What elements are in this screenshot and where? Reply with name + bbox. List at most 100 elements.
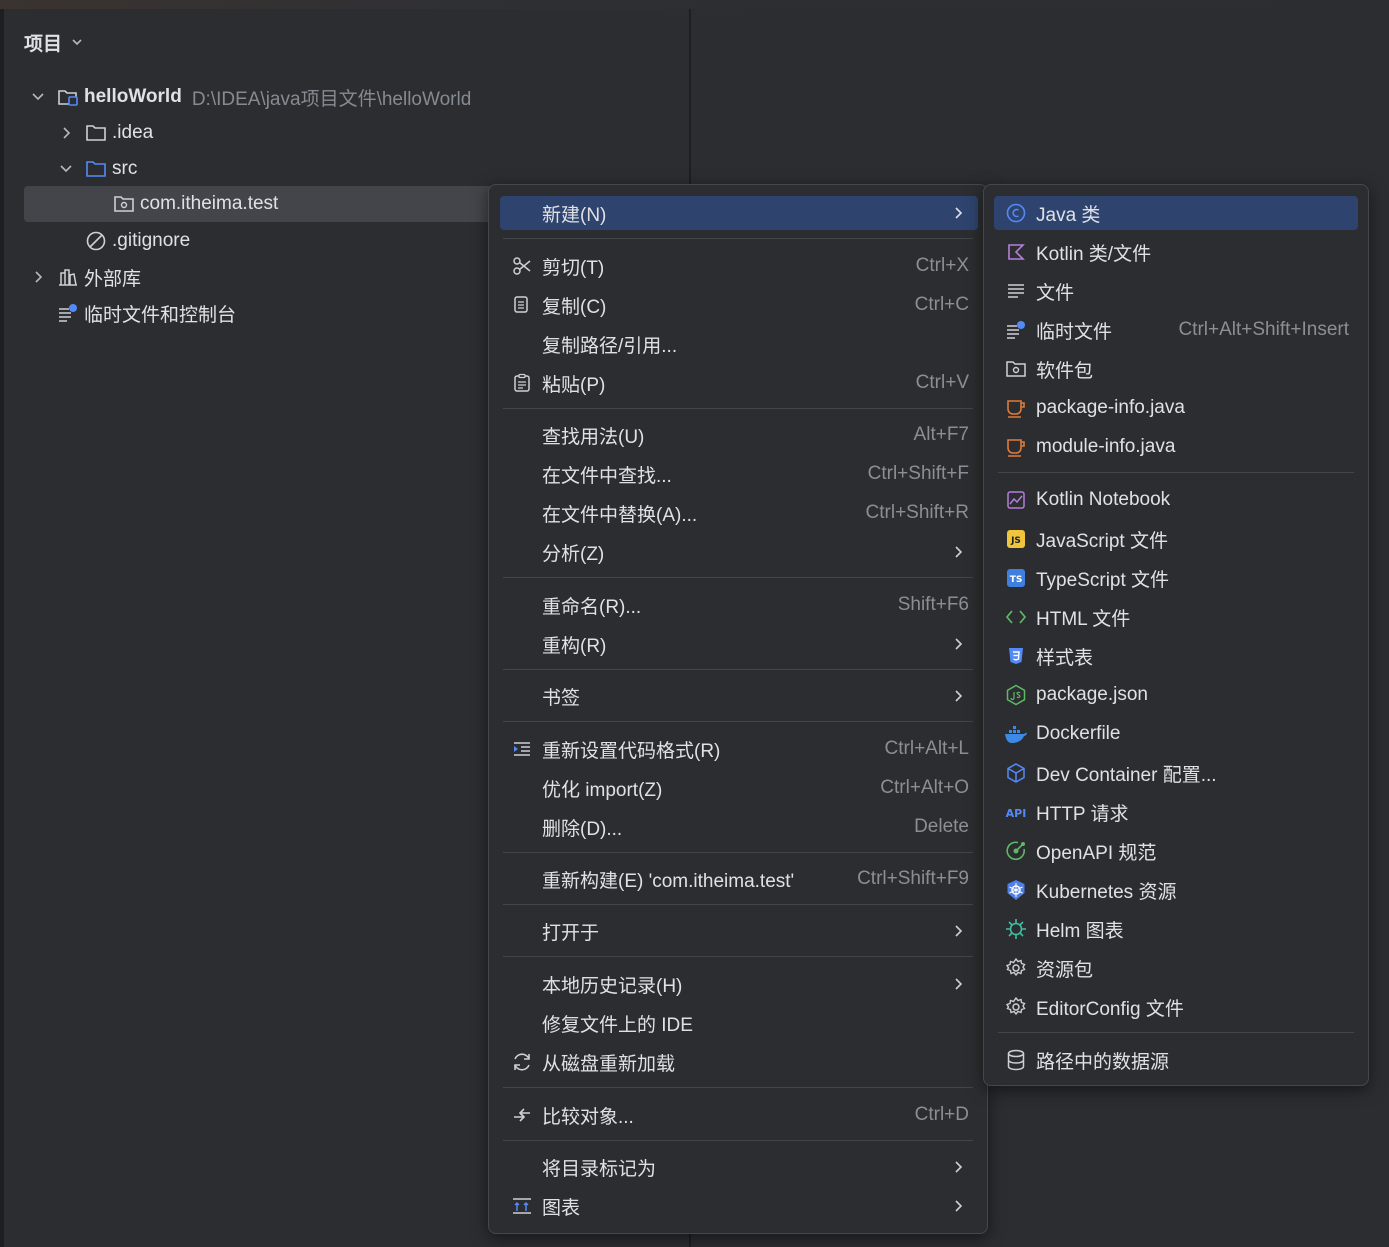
menu-item-label: 新建(N) bbox=[542, 204, 607, 226]
menu-item-label: 重新构建(E) 'com.itheima.test' bbox=[542, 870, 795, 892]
submenu-item-package-json[interactable]: package.json bbox=[994, 678, 1358, 712]
submenu-item-resource-bundle[interactable]: 资源包 bbox=[994, 951, 1358, 985]
menu-item-copy-path[interactable]: 复制路径/引用... bbox=[500, 327, 978, 361]
menu-item-find-usages[interactable]: 查找用法(U) Alt+F7 bbox=[500, 418, 978, 452]
menu-item-label: 打开于 bbox=[542, 922, 600, 944]
submenu-item-html[interactable]: HTML 文件 bbox=[994, 600, 1358, 634]
tree-item-idea[interactable]: .idea bbox=[24, 115, 153, 151]
submenu-item-editorconfig[interactable]: EditorConfig 文件 bbox=[994, 990, 1358, 1024]
submenu-item-kotlin-notebook[interactable]: Kotlin Notebook bbox=[994, 483, 1358, 517]
submenu-item-datasource[interactable]: 路径中的数据源 bbox=[994, 1043, 1358, 1077]
menu-item-shortcut: Shift+F6 bbox=[897, 594, 969, 615]
library-icon bbox=[56, 265, 80, 289]
menu-item-shortcut: Ctrl+Shift+F bbox=[867, 463, 969, 484]
menu-item-new[interactable]: 新建(N) bbox=[500, 196, 978, 230]
menu-item-optimize-imports[interactable]: 优化 import(Z) Ctrl+Alt+O bbox=[500, 771, 978, 805]
compare-icon bbox=[510, 1103, 534, 1127]
refresh-icon bbox=[510, 1050, 534, 1074]
module-folder-icon bbox=[56, 85, 80, 109]
tree-item-root[interactable]: helloWorld D:\IDEA\java项目文件\helloWorld bbox=[24, 79, 471, 115]
helm-icon bbox=[1004, 917, 1028, 941]
tree-item-label: 外部库 bbox=[84, 268, 142, 290]
tree-item-scratches[interactable]: 临时文件和控制台 bbox=[24, 295, 236, 331]
html-icon bbox=[1004, 605, 1028, 629]
submenu-item-javascript[interactable]: JS JavaScript 文件 bbox=[994, 522, 1358, 556]
menu-item-label: 从磁盘重新加载 bbox=[542, 1053, 676, 1075]
java-class-icon bbox=[1004, 201, 1028, 225]
submenu-item-openapi[interactable]: OpenAPI 规范 bbox=[994, 834, 1358, 868]
submenu-item-package[interactable]: 软件包 bbox=[994, 352, 1358, 386]
menu-item-replace-in-files[interactable]: 在文件中替换(A)... Ctrl+Shift+R bbox=[500, 496, 978, 530]
package-icon bbox=[1004, 357, 1028, 381]
menu-item-open-in[interactable]: 打开于 bbox=[500, 914, 978, 948]
submenu-item-java-class[interactable]: Java 类 bbox=[994, 196, 1358, 230]
submenu-item-http-request[interactable]: API HTTP 请求 bbox=[994, 795, 1358, 829]
chevron-down-icon[interactable] bbox=[58, 161, 74, 177]
menu-item-label: 临时文件 bbox=[1036, 321, 1113, 343]
menu-item-shortcut: Ctrl+X bbox=[915, 255, 969, 276]
menu-item-label: HTTP 请求 bbox=[1036, 803, 1129, 825]
menu-item-bookmarks[interactable]: 书签 bbox=[500, 679, 978, 713]
tree-item-label: src bbox=[112, 158, 138, 179]
project-panel-header[interactable]: 项目 bbox=[24, 28, 84, 56]
package-icon bbox=[112, 192, 136, 216]
submenu-item-kubernetes[interactable]: Kubernetes 资源 bbox=[994, 873, 1358, 907]
tree-item-label: 临时文件和控制台 bbox=[84, 304, 237, 326]
menu-item-reformat[interactable]: 重新设置代码格式(R) Ctrl+Alt+L bbox=[500, 732, 978, 766]
menu-item-label: module-info.java bbox=[1036, 436, 1176, 457]
submenu-item-scratch[interactable]: 临时文件 Ctrl+Alt+Shift+Insert bbox=[994, 313, 1358, 347]
menu-item-shortcut: Ctrl+V bbox=[915, 372, 969, 393]
menu-item-analyze[interactable]: 分析(Z) bbox=[500, 535, 978, 569]
tree-item-label: .gitignore bbox=[112, 230, 191, 251]
menu-item-delete[interactable]: 删除(D)... Delete bbox=[500, 810, 978, 844]
menu-item-label: 重新设置代码格式(R) bbox=[542, 740, 721, 762]
menu-item-rebuild[interactable]: 重新构建(E) 'com.itheima.test' Ctrl+Shift+F9 bbox=[500, 862, 978, 896]
menu-item-compare[interactable]: 比较对象... Ctrl+D bbox=[500, 1098, 978, 1132]
menu-item-label: 粘贴(P) bbox=[542, 374, 606, 396]
context-menu: 新建(N) 剪切(T) Ctrl+X 复制(C) Ctrl+C 复制路径/引用.… bbox=[488, 184, 988, 1234]
chevron-right-icon bbox=[950, 205, 966, 221]
menu-item-copy[interactable]: 复制(C) Ctrl+C bbox=[500, 288, 978, 322]
tree-root-name: helloWorld bbox=[84, 86, 182, 107]
menu-item-cut[interactable]: 剪切(T) Ctrl+X bbox=[500, 249, 978, 283]
menu-item-label: 图表 bbox=[542, 1197, 581, 1219]
submenu-item-kotlin[interactable]: Kotlin 类/文件 bbox=[994, 235, 1358, 269]
menu-item-reload-from-disk[interactable]: 从磁盘重新加载 bbox=[500, 1045, 978, 1079]
menu-item-shortcut: Ctrl+Alt+L bbox=[884, 738, 969, 759]
tree-item-gitignore[interactable]: .gitignore bbox=[24, 223, 190, 259]
menu-item-local-history[interactable]: 本地历史记录(H) bbox=[500, 967, 978, 1001]
chevron-right-icon bbox=[950, 976, 966, 992]
submenu-item-dockerfile[interactable]: Dockerfile bbox=[994, 717, 1358, 751]
menu-item-label: HTML 文件 bbox=[1036, 608, 1131, 630]
menu-item-diagrams[interactable]: 图表 bbox=[500, 1189, 978, 1223]
scratch-console-icon bbox=[56, 301, 80, 325]
menu-item-label: 书签 bbox=[542, 687, 581, 709]
gear-icon bbox=[1004, 956, 1028, 980]
submenu-item-file[interactable]: 文件 bbox=[994, 274, 1358, 308]
tree-item-package[interactable]: com.itheima.test bbox=[24, 186, 494, 222]
menu-item-repair-ide[interactable]: 修复文件上的 IDE bbox=[500, 1006, 978, 1040]
tree-item-external-libs[interactable]: 外部库 bbox=[24, 259, 141, 295]
tree-item-src[interactable]: src bbox=[24, 151, 137, 187]
submenu-item-module-info[interactable]: module-info.java bbox=[994, 430, 1358, 464]
diagram-icon bbox=[510, 1194, 534, 1218]
menu-separator bbox=[503, 904, 973, 905]
submenu-item-package-info[interactable]: package-info.java bbox=[994, 391, 1358, 425]
menu-item-find-in-files[interactable]: 在文件中查找... Ctrl+Shift+F bbox=[500, 457, 978, 491]
menu-item-rename[interactable]: 重命名(R)... Shift+F6 bbox=[500, 588, 978, 622]
submenu-item-stylesheet[interactable]: 样式表 bbox=[994, 639, 1358, 673]
menu-item-label: 重构(R) bbox=[542, 635, 607, 657]
chevron-right-icon[interactable] bbox=[30, 269, 46, 285]
menu-item-refactor[interactable]: 重构(R) bbox=[500, 627, 978, 661]
chevron-right-icon[interactable] bbox=[58, 125, 74, 141]
menu-item-label: 路径中的数据源 bbox=[1036, 1051, 1170, 1073]
chevron-down-icon[interactable] bbox=[30, 89, 46, 105]
chevron-right-icon bbox=[950, 636, 966, 652]
copy-icon bbox=[510, 293, 534, 317]
menu-item-label: OpenAPI 规范 bbox=[1036, 842, 1157, 864]
submenu-item-typescript[interactable]: TS TypeScript 文件 bbox=[994, 561, 1358, 595]
submenu-item-helm[interactable]: Helm 图表 bbox=[994, 912, 1358, 946]
menu-item-paste[interactable]: 粘贴(P) Ctrl+V bbox=[500, 366, 978, 400]
menu-item-mark-directory[interactable]: 将目录标记为 bbox=[500, 1150, 978, 1184]
submenu-item-dev-container[interactable]: Dev Container 配置... bbox=[994, 756, 1358, 790]
